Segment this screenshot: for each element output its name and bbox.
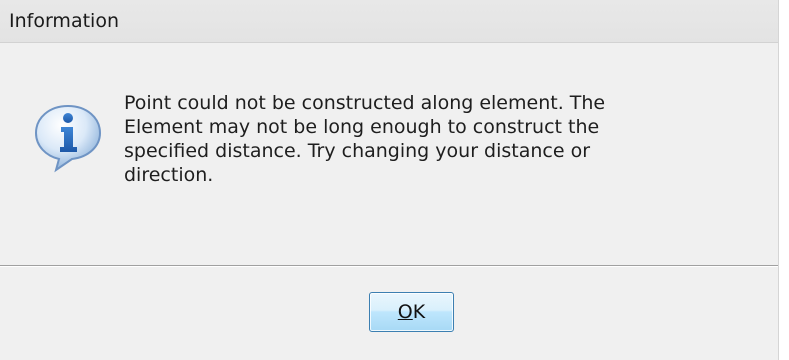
ok-button[interactable]: OK bbox=[369, 292, 454, 332]
dialog-title: Information bbox=[9, 10, 119, 32]
information-icon bbox=[32, 102, 104, 174]
ok-mnemonic: O bbox=[397, 301, 413, 323]
ok-label-rest: K bbox=[412, 301, 426, 323]
dialog-message: Point could not be constructed along ele… bbox=[124, 92, 606, 186]
information-dialog: Information Point could not be construct… bbox=[0, 0, 779, 360]
title-bar[interactable]: Information bbox=[0, 0, 778, 43]
